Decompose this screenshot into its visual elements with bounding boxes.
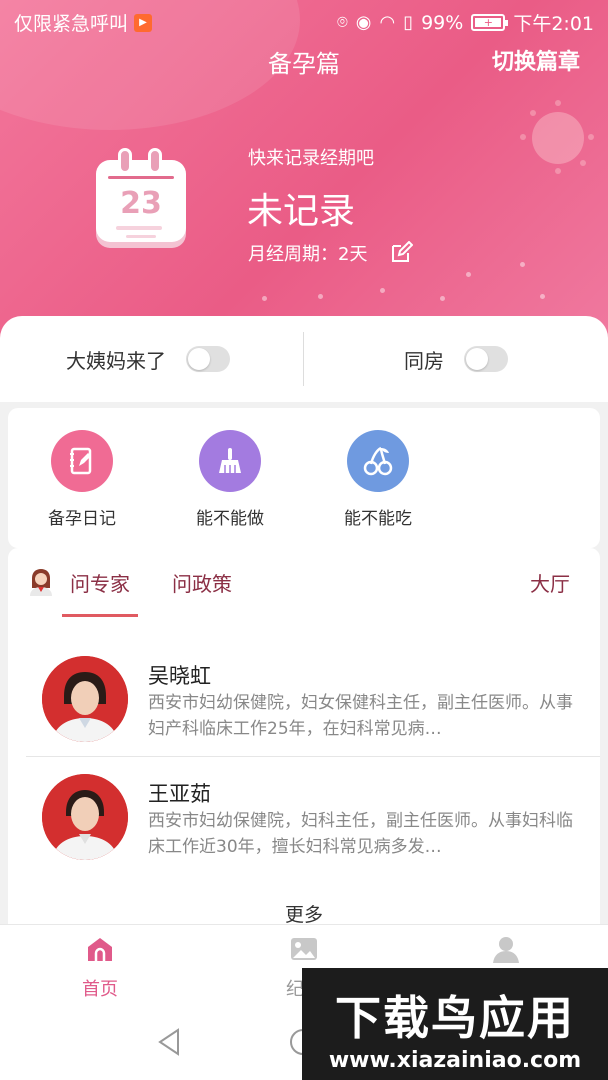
tab-ask-policy[interactable]: 问政策	[172, 568, 232, 597]
switch-knob	[466, 348, 488, 370]
expert-name: 吴晓虹	[148, 664, 211, 688]
status-bar: 仅限紧急呼叫 ▶ ⌾ ◉ ◠ ▯ 99% + 下午2:01	[0, 0, 608, 42]
cycle-text: 月经周期：2天	[248, 244, 368, 265]
tool-can-eat[interactable]: 能不能吃	[318, 430, 438, 529]
hall-link[interactable]: 大厅	[530, 568, 570, 597]
eye-icon: ◉	[355, 12, 372, 33]
cycle-row: 月经周期：2天	[248, 240, 414, 266]
sparkle	[380, 288, 385, 293]
watermark: 下载鸟应用 www.xiazainiao.com	[302, 968, 608, 1080]
experts-tabs: 问专家 问政策 大厅	[8, 548, 600, 618]
watermark-url: www.xiazainiao.com	[328, 1048, 582, 1073]
period-toggle-row: 大姨妈来了	[66, 316, 230, 402]
expert-name: 王亚茹	[148, 782, 211, 806]
more-link[interactable]: 更多	[8, 900, 600, 926]
active-tab-indicator	[62, 614, 138, 617]
switch-chapter-button[interactable]: 切换篇章	[492, 44, 580, 76]
calendar-day: 23	[120, 186, 162, 221]
sim-alert-icon: ▯	[403, 12, 414, 33]
battery-icon: +	[471, 14, 509, 31]
video-app-icon: ▶	[134, 13, 153, 32]
record-status[interactable]: 未记录	[247, 182, 355, 234]
sparkle	[318, 294, 323, 299]
calendar-ring	[118, 148, 132, 174]
calendar-line	[116, 226, 162, 230]
switch-knob	[188, 348, 210, 370]
sun-ray	[530, 110, 536, 116]
intimacy-toggle-row: 同房	[404, 316, 508, 402]
tab-ask-expert[interactable]: 问专家	[70, 568, 130, 597]
sparkle	[440, 296, 445, 301]
home-icon	[88, 938, 112, 961]
experts-card: 问专家 问政策 大厅 吴晓虹 西安市妇幼保健院，妇女保健科主任，副主任医师。从事…	[8, 548, 600, 926]
expert-divider	[26, 756, 600, 757]
intimacy-toggle-label: 同房	[404, 348, 444, 373]
period-toggle-switch[interactable]	[186, 346, 230, 372]
calendar-bar	[108, 176, 174, 179]
expert-item[interactable]: 王亚茹 西安市妇幼保健院，妇科主任，副主任医师。从事妇科临床工作近30年，擅长妇…	[8, 774, 600, 886]
carrier-text: 仅限紧急呼叫	[14, 13, 129, 35]
tool-label: 能不能吃	[344, 509, 412, 529]
sparkle	[466, 272, 471, 277]
intimacy-toggle-switch[interactable]	[464, 346, 508, 372]
notebook-icon	[51, 430, 113, 492]
header: 仅限紧急呼叫 ▶ ⌾ ◉ ◠ ▯ 99% + 下午2:01 备孕篇 切换篇章 2…	[0, 0, 608, 360]
expert-avatar	[42, 774, 128, 860]
back-icon[interactable]	[156, 1027, 184, 1057]
sparkle	[540, 294, 545, 299]
calendar-ring	[148, 148, 162, 174]
calendar-icon[interactable]: 23	[96, 148, 186, 242]
image-icon	[291, 938, 317, 960]
sun-decoration	[532, 112, 584, 164]
expert-desc: 西安市妇幼保健院，妇科主任，副主任医师。从事妇科临床工作近30年，擅长妇科常见病…	[148, 811, 573, 857]
tool-can-do[interactable]: 能不能做	[170, 430, 290, 529]
sparkle	[520, 262, 525, 267]
sun-ray	[588, 134, 594, 140]
doctor-avatar-icon	[30, 569, 52, 596]
nav-label: 首页	[82, 979, 118, 1000]
tool-diary[interactable]: 备孕日记	[22, 430, 142, 529]
tools-card: 备孕日记 能不能做 能不能吃	[8, 408, 600, 548]
battery-percent: 99%	[421, 11, 464, 34]
calendar-line	[126, 235, 156, 238]
expert-desc: 西安市妇幼保健院，妇女保健科主任，副主任医师。从事妇产科临床工作25年，在妇科常…	[148, 693, 573, 739]
tool-label: 备孕日记	[48, 509, 116, 529]
nav-home[interactable]: 首页	[40, 935, 160, 1001]
sun-ray	[520, 134, 526, 140]
record-prompt: 快来记录经期吧	[248, 148, 374, 169]
clock: 下午2:01	[513, 13, 594, 35]
sun-ray	[580, 160, 586, 166]
wifi-icon: ◠	[379, 12, 396, 33]
user-icon	[493, 937, 519, 963]
cherry-icon	[347, 430, 409, 492]
toggle-divider	[303, 332, 304, 386]
period-toggle-label: 大姨妈来了	[66, 348, 166, 373]
sun-ray	[555, 100, 561, 106]
tool-label: 能不能做	[196, 509, 264, 529]
sparkle	[262, 296, 267, 301]
watermark-logo: 下载鸟应用	[335, 991, 575, 1045]
expert-avatar	[42, 656, 128, 742]
location-icon: ⌾	[336, 12, 348, 33]
toggle-card: 大姨妈来了 同房	[0, 316, 608, 402]
expert-item[interactable]: 吴晓虹 西安市妇幼保健院，妇女保健科主任，副主任医师。从事妇产科临床工作25年，…	[8, 656, 600, 768]
sun-ray	[555, 168, 561, 174]
broom-icon	[199, 430, 261, 492]
edit-icon[interactable]	[389, 241, 414, 265]
